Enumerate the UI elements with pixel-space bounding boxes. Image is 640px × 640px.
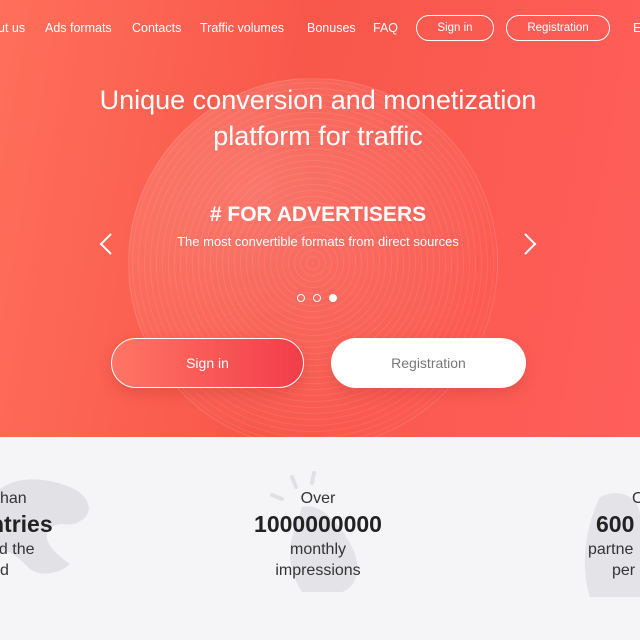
stat-partners-line1: O	[632, 490, 640, 507]
slide-dot-1[interactable]	[297, 294, 305, 302]
stat-countries-line4: d	[0, 562, 9, 579]
stat-partners: O 600 partne per	[588, 488, 640, 581]
stat-impressions-line1: Over	[300, 490, 336, 507]
hero-headline: Unique conversion and monetization platf…	[0, 82, 636, 154]
nav-signin-button[interactable]: Sign in	[416, 15, 494, 41]
stat-impressions-line4: impressions	[275, 562, 361, 579]
stat-countries: han ntries nd the d	[0, 488, 90, 581]
hero-registration-button[interactable]: Registration	[331, 338, 526, 388]
nav-language-switch[interactable]: E	[633, 21, 640, 35]
nav-about-us[interactable]: ut us	[0, 21, 25, 35]
slide-indicator	[297, 294, 337, 302]
stat-impressions-line3: monthly	[289, 541, 347, 558]
top-nav: ut us Ads formats Contacts Traffic volum…	[0, 14, 640, 42]
stat-impressions: Over 1000000000 monthly impressions	[218, 488, 418, 581]
stat-countries-line3: nd the	[0, 541, 35, 558]
stat-partners-line4: per	[612, 562, 636, 579]
slide-title: # FOR ADVERTISERS	[209, 203, 427, 226]
nav-contacts[interactable]: Contacts	[132, 21, 181, 35]
chevron-left-icon[interactable]	[99, 232, 113, 256]
nav-faq[interactable]: FAQ	[373, 21, 398, 35]
stat-impressions-value: 1000000000	[254, 511, 382, 537]
stat-countries-value: ntries	[0, 511, 53, 537]
slide-subtitle: The most convertible formats from direct…	[177, 234, 459, 249]
stats-section: han ntries nd the d Over 1000000000 mont…	[0, 437, 640, 640]
nav-traffic-volumes[interactable]: Traffic volumes	[200, 21, 284, 35]
nav-ads-formats[interactable]: Ads formats	[45, 21, 112, 35]
nav-registration-button[interactable]: Registration	[506, 15, 610, 41]
chevron-right-icon[interactable]	[523, 232, 537, 256]
nav-bonuses[interactable]: Bonuses	[307, 21, 356, 35]
slide-dot-2[interactable]	[313, 294, 321, 302]
headline-line-2: platform for traffic	[213, 121, 423, 151]
stat-partners-value: 600	[596, 511, 635, 537]
stat-countries-line1: han	[0, 490, 27, 507]
stat-partners-line3: partne	[588, 541, 634, 558]
headline-line-1: Unique conversion and monetization	[99, 85, 537, 115]
slide-dot-3[interactable]	[329, 294, 337, 302]
hero-signin-button[interactable]: Sign in	[111, 338, 304, 388]
hero-section: ut us Ads formats Contacts Traffic volum…	[0, 0, 640, 437]
